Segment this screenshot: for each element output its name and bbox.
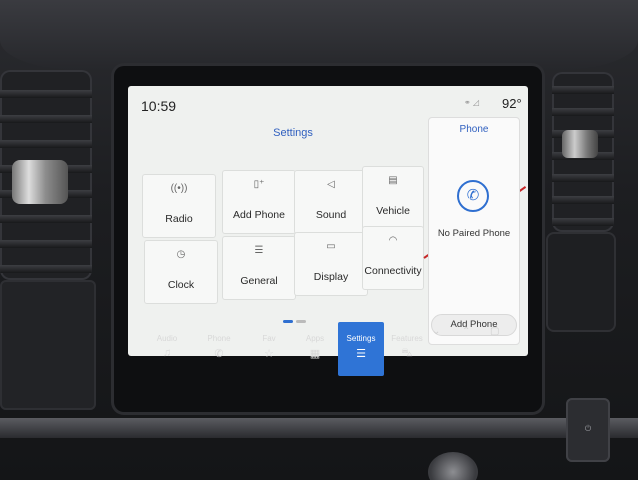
square-icon[interactable]: ▢ — [490, 326, 499, 337]
sliders-icon: ☰ — [356, 348, 366, 360]
feature-bar: Audio ♫ Phone ✆ Fav ☆ Apps ▦ Settings ☰ … — [134, 322, 524, 382]
display-icon: ▭ — [326, 241, 336, 252]
hardware-button[interactable]: ⏻ — [566, 398, 610, 462]
chevron-up-icon[interactable]: ⌃ — [462, 326, 470, 337]
feature-fav[interactable]: Fav ☆ — [246, 322, 292, 376]
status-time: 10:59 — [141, 98, 177, 114]
feature-audio[interactable]: Audio ♫ — [144, 322, 190, 376]
outside-temperature: 92° — [502, 96, 522, 111]
status-icons: ⚭ ◿ — [464, 98, 479, 107]
grid-icon: ▦ — [309, 348, 321, 360]
vehicle-icon: ▤ — [388, 175, 398, 186]
touchscreen: 10:59 ⚭ ◿ 92° Settings ((•)) Radio ▯⁺ Ad… — [128, 86, 528, 356]
chevron-down-icon[interactable]: ⌄ — [432, 326, 440, 337]
tile-sound[interactable]: ◁ Sound — [294, 170, 368, 234]
star-icon: ☆ — [264, 348, 274, 360]
speaker-icon: ◁ — [327, 179, 335, 190]
phone-panel-title: Phone — [459, 124, 489, 135]
dash-panel-left — [0, 280, 96, 410]
tile-add-phone[interactable]: ▯⁺ Add Phone — [222, 170, 296, 234]
tile-clock[interactable]: ◷ Clock — [144, 240, 218, 304]
radio-antenna-icon: ((•)) — [170, 183, 188, 194]
phone-icon: ✆ — [457, 180, 489, 212]
feature-settings[interactable]: Settings ☰ — [338, 322, 384, 376]
car-icon: ⛍ — [401, 347, 413, 359]
tile-vehicle[interactable]: ▤ Vehicle — [362, 166, 424, 230]
sliders-icon: ☰ — [254, 245, 264, 256]
feature-apps[interactable]: Apps ▦ — [292, 322, 338, 376]
vent-knob-right[interactable] — [562, 130, 598, 158]
signal-off-icon: ◿ — [472, 98, 480, 107]
dashboard-top — [0, 0, 638, 70]
tile-connectivity[interactable]: ◠ Connectivity — [362, 226, 424, 290]
feature-features[interactable]: Features ⛍ — [384, 322, 430, 376]
clock-icon: ◷ — [176, 249, 186, 260]
status-bar: 10:59 ⚭ ◿ 92° — [128, 86, 528, 120]
page-title: Settings — [273, 127, 313, 139]
no-paired-phone-message: No Paired Phone — [437, 228, 511, 239]
feature-phone[interactable]: Phone ✆ — [196, 322, 242, 376]
bluetooth-off-icon: ⚭ — [464, 98, 471, 107]
volume-knob[interactable] — [428, 452, 478, 480]
tile-display[interactable]: ▭ Display — [294, 232, 368, 296]
dash-trim — [0, 418, 638, 438]
car-dashboard: ⏻ 10:59 ⚭ ◿ 92° Settings ((•)) Radio ▯⁺ … — [0, 0, 638, 480]
dash-panel-right — [546, 232, 616, 332]
phone-icon: ✆ — [214, 348, 224, 360]
music-note-icon: ♫ — [162, 347, 172, 359]
tile-general[interactable]: ☰ General — [222, 236, 296, 300]
phone-panel: Phone ✆ No Paired Phone Add Phone — [428, 117, 520, 345]
tile-radio[interactable]: ((•)) Radio — [142, 174, 216, 238]
phone-add-icon: ▯⁺ — [253, 179, 265, 190]
vent-knob-left[interactable] — [12, 160, 68, 204]
wifi-icon: ◠ — [388, 235, 398, 246]
